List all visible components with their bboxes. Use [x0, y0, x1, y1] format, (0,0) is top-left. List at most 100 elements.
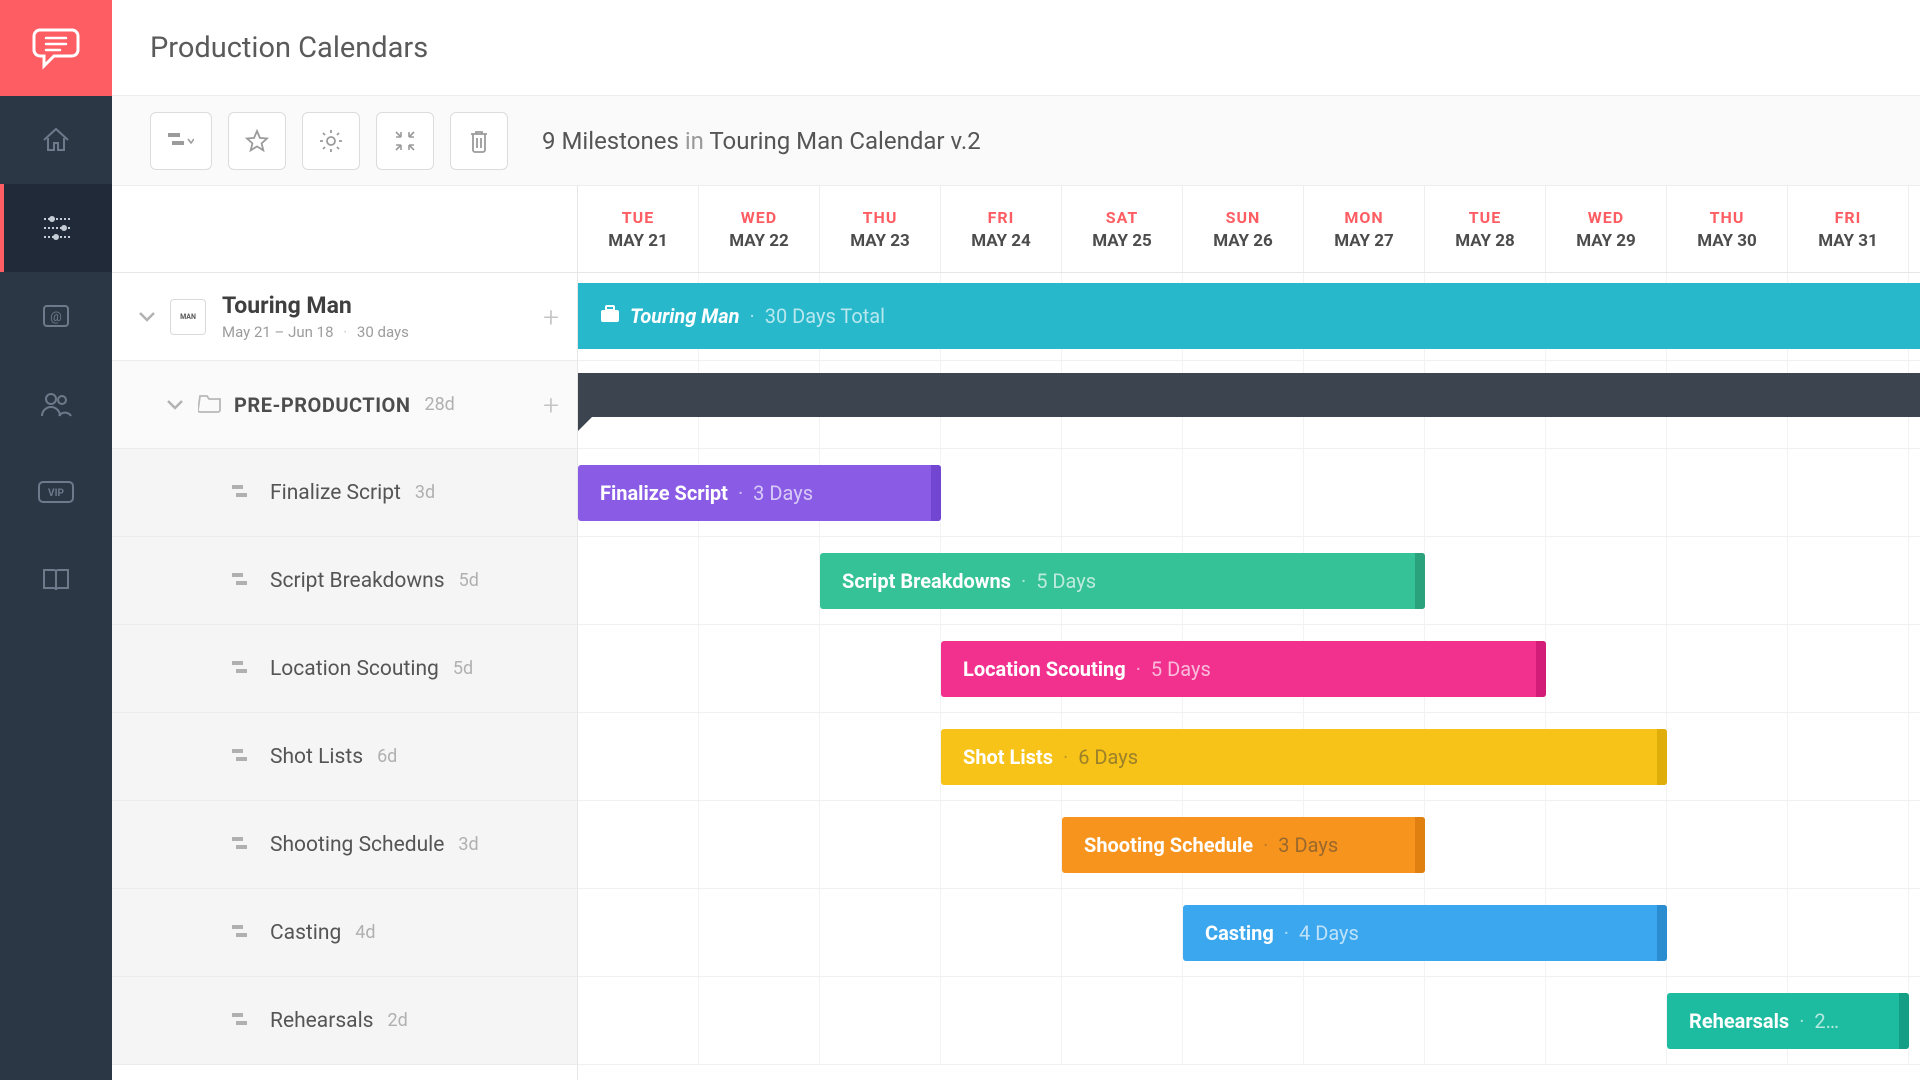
add-task-button[interactable]: + [543, 388, 559, 421]
task-bar[interactable]: Script Breakdowns · 5 Days [820, 553, 1425, 609]
task-bar[interactable]: Finalize Script · 3 Days [578, 465, 941, 521]
home-icon [40, 124, 72, 156]
nav-calendars[interactable] [0, 184, 112, 272]
chevron-down-icon [166, 399, 184, 411]
nav-home[interactable] [0, 96, 112, 184]
date-cell[interactable]: TUEMAY 21 [578, 186, 699, 272]
page-title: Production Calendars [150, 31, 428, 65]
task-icon [232, 747, 258, 767]
bar-resize-handle[interactable] [1415, 817, 1425, 873]
project-collapse-toggle[interactable] [134, 304, 160, 330]
task-bar-name: Script Breakdowns [842, 569, 1011, 593]
phase-collapse-toggle[interactable] [162, 392, 188, 418]
date-cell[interactable]: WEDMAY 22 [699, 186, 820, 272]
collapse-icon [393, 129, 417, 153]
main-area: Production Calendars 9 Milestones in Tou… [112, 0, 1920, 1080]
gantt-row-task: Rehearsals · 2… [578, 977, 1920, 1065]
bar-resize-handle[interactable] [1415, 553, 1425, 609]
bar-resize-handle[interactable] [1657, 905, 1667, 961]
date-cell[interactable]: WEDMAY 29 [1546, 186, 1667, 272]
task-bar-sub: 5 Days [1151, 657, 1211, 681]
date-label: MAY 22 [729, 231, 789, 251]
project-bar-name: Touring Man [630, 304, 740, 328]
task-duration: 5d [459, 570, 479, 591]
date-header-spacer [112, 186, 577, 273]
task-bar-sub: 4 Days [1299, 921, 1359, 945]
task-bar-sub: 2… [1814, 1009, 1839, 1033]
collapse-button[interactable] [376, 112, 434, 170]
chat-bubble-icon [32, 26, 80, 70]
bar-resize-handle[interactable] [1536, 641, 1546, 697]
date-label: MAY 28 [1455, 231, 1515, 251]
card-at-icon: @ [41, 301, 71, 331]
task-bar[interactable]: Shooting Schedule · 3 Days [1062, 817, 1425, 873]
calendar-name: Touring Man Calendar v.2 [709, 127, 980, 155]
task-bar-name: Shot Lists [963, 745, 1053, 769]
task-bar[interactable]: Location Scouting · 5 Days [941, 641, 1546, 697]
favorite-button[interactable] [228, 112, 286, 170]
nav-docs[interactable] [0, 536, 112, 624]
task-bar[interactable]: Shot Lists · 6 Days [941, 729, 1667, 785]
nav-team[interactable] [0, 360, 112, 448]
date-label: MAY 23 [850, 231, 910, 251]
add-phase-button[interactable]: + [543, 300, 559, 333]
app-logo[interactable] [0, 0, 112, 96]
task-row[interactable]: Casting 4d [112, 889, 577, 977]
date-label: MAY 26 [1213, 231, 1273, 251]
task-row[interactable]: Location Scouting 5d [112, 625, 577, 713]
project-bar-sub: 30 Days Total [765, 304, 885, 328]
task-row[interactable]: Shooting Schedule 3d [112, 801, 577, 889]
delete-button[interactable] [450, 112, 508, 170]
task-bar[interactable]: Casting · 4 Days [1183, 905, 1667, 961]
phase-bar[interactable] [578, 373, 1920, 417]
task-duration: 4d [355, 922, 375, 943]
date-label: MAY 31 [1818, 231, 1878, 251]
milestones-summary: 9 Milestones in Touring Man Calendar v.2 [542, 127, 981, 155]
phase-row[interactable]: PRE-PRODUCTION 28d + [112, 361, 577, 449]
day-of-week: SAT [1106, 208, 1139, 227]
date-cell[interactable]: MONMAY 27 [1304, 186, 1425, 272]
task-list: Finalize Script 3d Script Breakdowns 5d … [112, 449, 577, 1065]
task-name: Finalize Script [270, 481, 401, 505]
settings-button[interactable] [302, 112, 360, 170]
task-row[interactable]: Script Breakdowns 5d [112, 537, 577, 625]
task-row[interactable]: Finalize Script 3d [112, 449, 577, 537]
bar-resize-handle[interactable] [1657, 729, 1667, 785]
project-title: Touring Man [222, 292, 409, 319]
in-text: in [679, 127, 710, 155]
date-cell[interactable]: TUEMAY 28 [1425, 186, 1546, 272]
task-bar[interactable]: Rehearsals · 2… [1667, 993, 1909, 1049]
gantt-icon [168, 131, 194, 151]
day-of-week: THU [863, 208, 898, 227]
gantt-row-task: Finalize Script · 3 Days [578, 449, 1920, 537]
gantt-row-task: Location Scouting · 5 Days [578, 625, 1920, 713]
date-cell[interactable]: FRIMAY 31 [1788, 186, 1909, 272]
project-badge: MAN [170, 299, 206, 335]
chevron-down-icon [138, 311, 156, 323]
gantt-row-task: Casting · 4 Days [578, 889, 1920, 977]
gantt-row-project: Touring Man · 30 Days Total [578, 273, 1920, 361]
bar-resize-handle[interactable] [931, 465, 941, 521]
nav-vip[interactable]: VIP [0, 448, 112, 536]
task-bar-sub: 5 Days [1036, 569, 1096, 593]
star-icon [245, 129, 269, 153]
day-of-week: WED [1588, 208, 1624, 227]
bar-resize-handle[interactable] [1899, 993, 1909, 1049]
project-row[interactable]: MAN Touring Man May 21 – Jun 18 · 30 day… [112, 273, 577, 361]
date-cell[interactable]: FRIMAY 24 [941, 186, 1062, 272]
task-row[interactable]: Rehearsals 2d [112, 977, 577, 1065]
date-cell[interactable]: THU MAY 23 [820, 186, 941, 272]
gantt-row-task: Shot Lists · 6 Days [578, 713, 1920, 801]
task-row[interactable]: Shot Lists 6d [112, 713, 577, 801]
date-cell[interactable]: SATMAY 25 [1062, 186, 1183, 272]
day-of-week: FRI [988, 208, 1015, 227]
date-label: MAY 21 [608, 231, 668, 251]
vip-icon: VIP [38, 481, 74, 503]
date-cell[interactable]: SUNMAY 26 [1183, 186, 1304, 272]
task-bar-name: Rehearsals [1689, 1009, 1789, 1033]
nav-contacts[interactable]: @ [0, 272, 112, 360]
project-bar[interactable]: Touring Man · 30 Days Total [578, 283, 1920, 349]
date-cell[interactable]: THUMAY 30 [1667, 186, 1788, 272]
group-dropdown-button[interactable] [150, 112, 212, 170]
gear-icon [319, 129, 343, 153]
